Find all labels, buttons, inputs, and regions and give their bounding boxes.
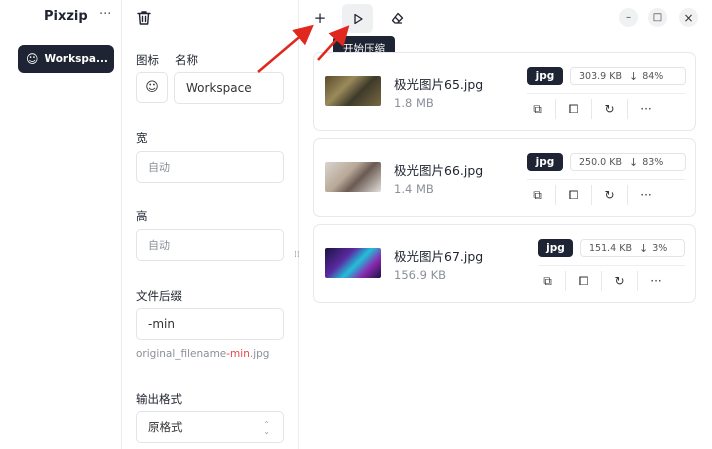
more-horizontal-icon[interactable]: ··· (638, 271, 674, 291)
smile-icon: ☺ (145, 80, 159, 95)
settings-panel: 图标 名称 ☺ Workspace 宽 自动 高 自动 文件后缀 -min or… (123, 0, 299, 449)
format-select[interactable]: 原格式 ⌃ ⌄ (136, 411, 284, 443)
width-label: 宽 (136, 131, 148, 145)
eraser-icon[interactable] (387, 8, 407, 28)
smile-icon: ☺ (26, 52, 39, 66)
file-actions: ⧉ ⧠ ↻ ··· (530, 271, 674, 291)
width-input[interactable]: 自动 (136, 151, 284, 183)
maximize-button[interactable]: □ (648, 8, 667, 27)
format-label: 输出格式 (136, 392, 182, 406)
plus-icon[interactable]: + (310, 8, 330, 28)
sidebar: Pixzip ··· ☺ Workspa... (0, 0, 122, 449)
file-thumbnail (325, 248, 381, 278)
file-name: 极光图片65.jpg (394, 77, 484, 92)
file-card[interactable]: 极光图片65.jpg 1.8 MB jpg 303.9 KB ↓ 84% ⧉ ⧠ ↻… (313, 52, 696, 131)
suffix-label: 文件后缀 (136, 289, 182, 303)
file-name: 极光图片66.jpg (394, 163, 484, 178)
format-badge: jpg (527, 67, 563, 85)
resize-handle[interactable]: ⁞⁞ (294, 251, 300, 260)
format-badge: jpg (527, 153, 563, 171)
file-card[interactable]: 极光图片66.jpg 1.4 MB jpg 250.0 KB ↓ 83% ⧉ ⧠ ↻… (313, 138, 696, 217)
refresh-icon[interactable]: ↻ (602, 271, 638, 291)
compress-stat: 303.9 KB ↓ 84% (570, 67, 686, 85)
copy-icon[interactable]: ⧉ (520, 185, 556, 205)
file-size: 1.8 MB (394, 96, 434, 110)
refresh-icon[interactable]: ↻ (592, 185, 628, 205)
minimize-button[interactable]: – (619, 8, 638, 27)
file-card[interactable]: 极光图片67.jpg 156.9 KB jpg 151.4 KB ↓ 3% ⧉ ⧠ … (313, 224, 696, 303)
copy-icon[interactable]: ⧉ (530, 271, 566, 291)
play-icon (353, 13, 363, 24)
icon-label: 图标 (136, 53, 159, 67)
refresh-icon[interactable]: ↻ (592, 99, 628, 119)
workspace-label: Workspa... (44, 53, 108, 65)
compress-stat: 151.4 KB ↓ 3% (580, 239, 685, 257)
more-horizontal-icon[interactable]: ··· (628, 99, 664, 119)
chevron-updown-icon: ⌃ ⌄ (263, 420, 270, 436)
name-label: 名称 (175, 53, 198, 67)
file-size: 156.9 KB (394, 268, 447, 282)
file-actions: ⧉ ⧠ ↻ ··· (520, 99, 664, 119)
file-size: 1.4 MB (394, 182, 434, 196)
workspace-button[interactable]: ☺ Workspa... (18, 45, 114, 73)
more-horizontal-icon[interactable]: ··· (99, 7, 111, 22)
filename-hint: original_filename-min.jpg (136, 348, 270, 360)
app-title: Pixzip (44, 9, 88, 24)
open-external-icon[interactable]: ⧠ (556, 185, 592, 205)
copy-icon[interactable]: ⧉ (520, 99, 556, 119)
more-horizontal-icon[interactable]: ··· (628, 185, 664, 205)
height-label: 高 (136, 209, 148, 223)
icon-picker-button[interactable]: ☺ (136, 72, 168, 103)
file-name: 极光图片67.jpg (394, 249, 484, 264)
start-compress-button[interactable] (342, 4, 373, 33)
open-external-icon[interactable]: ⧠ (556, 99, 592, 119)
compress-stat: 250.0 KB ↓ 83% (570, 153, 686, 171)
close-button[interactable]: × (679, 8, 698, 27)
file-actions: ⧉ ⧠ ↻ ··· (520, 185, 664, 205)
file-thumbnail (325, 162, 381, 192)
format-badge: jpg (538, 239, 573, 257)
file-thumbnail (325, 76, 381, 106)
name-input[interactable]: Workspace (174, 72, 284, 104)
open-external-icon[interactable]: ⧠ (566, 271, 602, 291)
height-input[interactable]: 自动 (136, 229, 284, 261)
trash-icon[interactable] (137, 10, 151, 26)
suffix-input[interactable]: -min (136, 308, 284, 340)
